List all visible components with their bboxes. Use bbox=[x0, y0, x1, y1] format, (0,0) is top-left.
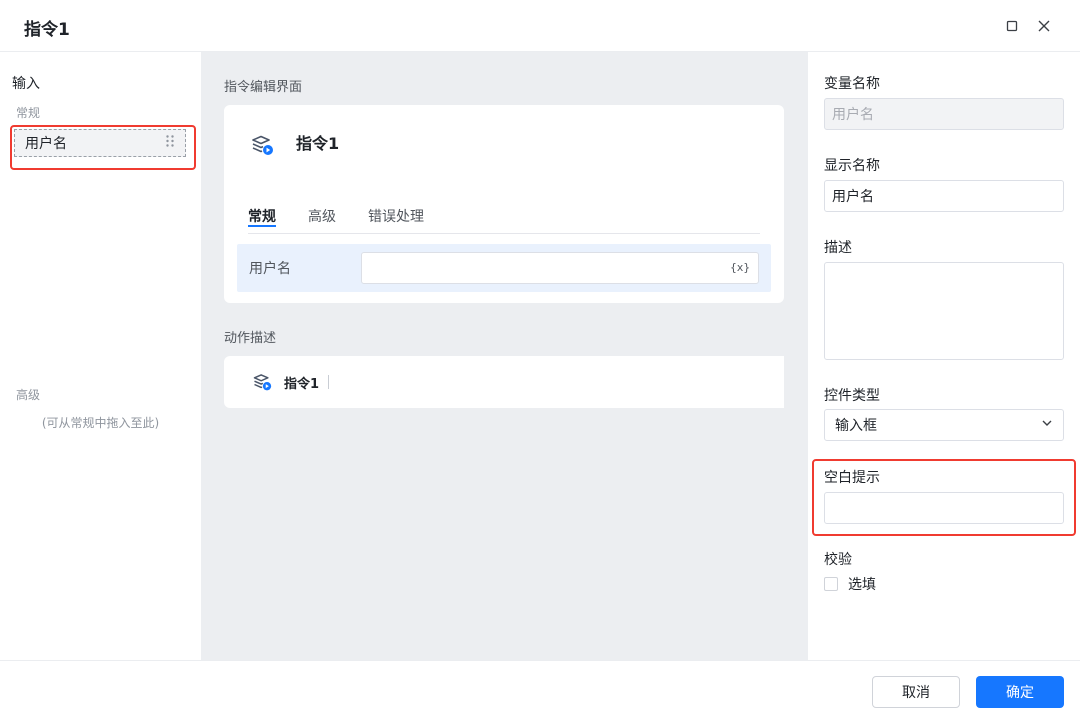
dialog-header: 指令1 bbox=[0, 0, 1080, 52]
description-label: 描述 bbox=[824, 240, 852, 256]
section-normal-label: 常规 bbox=[16, 106, 41, 120]
dialog-footer: 取消 确定 bbox=[0, 660, 1080, 720]
tab-normal[interactable]: 常规 bbox=[248, 206, 276, 227]
maximize-icon[interactable] bbox=[1002, 16, 1022, 36]
desc-section-label: 动作描述 bbox=[224, 331, 277, 346]
text-cursor bbox=[328, 375, 329, 389]
tab-normal-label: 常规 bbox=[248, 209, 276, 225]
placeholder-field[interactable] bbox=[824, 492, 1064, 524]
tab-active-indicator bbox=[248, 225, 276, 227]
display-name-field[interactable]: 用户名 bbox=[824, 180, 1064, 212]
chevron-down-icon bbox=[1041, 417, 1053, 433]
section-advanced-label: 高级 bbox=[16, 388, 41, 402]
control-type-select[interactable]: 输入框 bbox=[824, 409, 1064, 441]
action-description-card: 指令1 bbox=[224, 356, 784, 408]
command-edit-card: 指令1 常规 高级 错误处理 用户名 {x} bbox=[224, 105, 784, 303]
placeholder-label: 空白提示 bbox=[824, 470, 880, 486]
control-type-value: 输入框 bbox=[835, 418, 877, 434]
form-field-label: 用户名 bbox=[249, 261, 291, 277]
form-row-username: 用户名 {x} bbox=[237, 244, 771, 292]
close-icon[interactable] bbox=[1034, 16, 1054, 36]
display-name-label: 显示名称 bbox=[824, 158, 880, 174]
input-panel-title: 输入 bbox=[12, 76, 40, 92]
var-name-label: 变量名称 bbox=[824, 76, 880, 92]
command-dialog: 指令1 输入 常规 用户名 高级 (可从常规中拖入至此) 指令编辑界面 指令1 … bbox=[0, 0, 1080, 720]
command-icon-small bbox=[252, 372, 272, 396]
optional-checkbox-row[interactable]: 选填 bbox=[824, 574, 876, 594]
tab-error-handling[interactable]: 错误处理 bbox=[368, 206, 424, 226]
validation-label: 校验 bbox=[824, 552, 852, 568]
command-tabs: 常规 高级 错误处理 bbox=[248, 206, 760, 234]
edit-section-label: 指令编辑界面 bbox=[224, 80, 303, 95]
field-item-label: 用户名 bbox=[25, 136, 67, 152]
input-fields-panel: 输入 常规 用户名 高级 (可从常规中拖入至此) bbox=[0, 52, 201, 660]
optional-checkbox[interactable] bbox=[824, 577, 838, 591]
command-icon bbox=[250, 133, 274, 161]
variable-icon[interactable]: {x} bbox=[730, 261, 750, 274]
desc-command-name: 指令1 bbox=[284, 377, 320, 392]
username-input[interactable]: {x} bbox=[361, 252, 759, 284]
var-name-field: 用户名 bbox=[824, 98, 1064, 130]
property-panel: 变量名称 用户名 显示名称 用户名 描述 控件类型 输入框 空白提示 校验 选填 bbox=[808, 52, 1080, 660]
control-type-label: 控件类型 bbox=[824, 388, 880, 404]
optional-label: 选填 bbox=[848, 577, 876, 593]
drag-handle-icon[interactable] bbox=[165, 134, 175, 152]
description-textarea[interactable] bbox=[824, 262, 1064, 360]
confirm-button[interactable]: 确定 bbox=[976, 676, 1064, 708]
field-item-username[interactable]: 用户名 bbox=[14, 129, 186, 157]
tab-advanced[interactable]: 高级 bbox=[308, 206, 336, 226]
command-edit-area: 指令编辑界面 指令1 常规 高级 错误处理 用户名 {x} 动作描述 指令1 bbox=[201, 52, 808, 660]
advanced-drop-hint: (可从常规中拖入至此) bbox=[41, 416, 160, 430]
dialog-title: 指令1 bbox=[24, 20, 70, 40]
command-name: 指令1 bbox=[296, 134, 340, 153]
cancel-button[interactable]: 取消 bbox=[872, 676, 960, 708]
